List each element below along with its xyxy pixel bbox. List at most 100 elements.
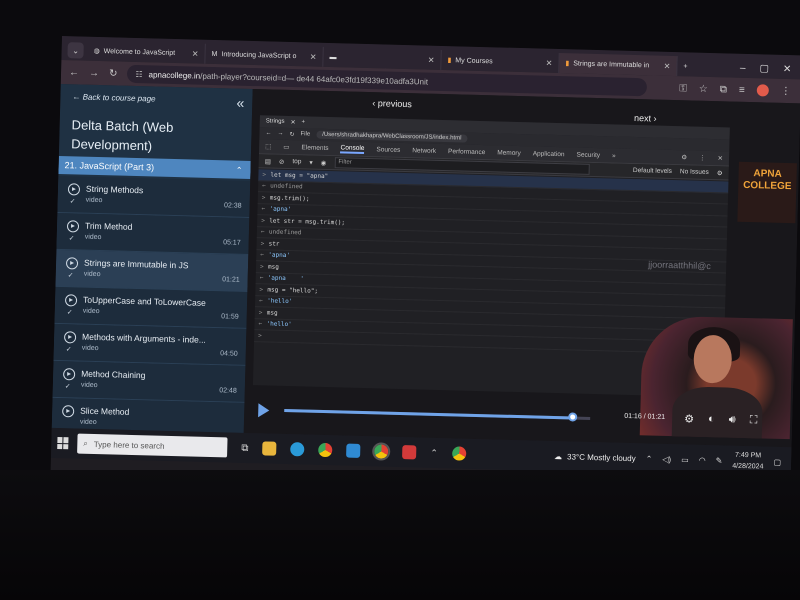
extensions-icon[interactable]: ⧉	[720, 84, 727, 95]
close-window-icon[interactable]: ✕	[783, 64, 792, 75]
close-icon[interactable]: ✕	[717, 154, 729, 162]
cloud-icon: ☁	[553, 451, 563, 461]
issues-badge[interactable]: No Issues	[680, 168, 709, 176]
tab-network[interactable]: Network	[412, 147, 436, 155]
clear-console-icon[interactable]: ⊘	[279, 157, 285, 165]
gear-icon[interactable]: ⚙	[717, 169, 729, 177]
forward-arrow-icon[interactable]: →	[277, 131, 283, 137]
star-icon[interactable]: ☆	[699, 83, 708, 94]
apna-college-logo: APNA COLLEGE	[737, 161, 797, 224]
play-circle-icon: ▶	[66, 220, 80, 233]
close-icon[interactable]: ✕	[546, 58, 553, 67]
pen-icon[interactable]: ✎	[716, 456, 723, 465]
collapse-sidebar-icon[interactable]: «	[236, 95, 244, 111]
seek-fill	[284, 408, 572, 420]
play-circle-icon: ▶	[62, 368, 76, 381]
context-select[interactable]: top	[292, 158, 301, 165]
inspect-icon[interactable]: ⬚	[265, 142, 271, 150]
file-label: File	[300, 131, 311, 138]
check-icon: ✓	[66, 309, 73, 317]
chrome-icon[interactable]	[318, 442, 333, 458]
close-icon[interactable]: ✕	[428, 55, 435, 64]
lesson-item[interactable]: ▶ ✓ Methods with Arguments - inde... vide…	[53, 323, 247, 366]
wifi-icon[interactable]: ◠	[699, 455, 706, 464]
chevron-up-icon[interactable]: ⌃	[430, 447, 438, 458]
watermark: jjoorraatthhil@c	[648, 259, 712, 272]
chevron-up-icon[interactable]: ⌃	[646, 454, 653, 463]
tab-application[interactable]: Application	[533, 150, 565, 158]
chrome-active-icon[interactable]	[372, 442, 391, 461]
more-tabs-icon[interactable]: »	[612, 152, 616, 159]
weather-widget[interactable]: ☁ 33°C Mostly cloudy	[554, 452, 636, 463]
devtools-tab-title[interactable]: Strings	[266, 118, 285, 124]
maximize-icon[interactable]: ▢	[759, 63, 769, 74]
new-tab-button[interactable]: +	[677, 56, 694, 76]
back-arrow-icon[interactable]: ←	[265, 130, 271, 136]
close-icon[interactable]: ✕	[192, 49, 199, 58]
laptop-bezel	[0, 470, 800, 600]
lesson-item[interactable]: ▶ ✓ ToUpperCase and ToLowerCase video 01:…	[54, 286, 248, 329]
key-icon[interactable]: ⚿	[679, 83, 687, 94]
back-arrow-icon[interactable]: ←	[69, 67, 79, 78]
device-icon[interactable]: ▭	[283, 143, 289, 151]
tab-performance[interactable]: Performance	[448, 148, 485, 156]
tab-sources[interactable]: Sources	[376, 146, 400, 154]
lesson-item[interactable]: ▶ ✓ String Methods video 02:38	[57, 175, 251, 218]
file-explorer-icon[interactable]	[262, 441, 277, 456]
notification-icon[interactable]: ▢	[773, 457, 781, 466]
site-info-icon[interactable]: ☷	[135, 69, 142, 78]
fullscreen-icon[interactable]: ⛶	[749, 414, 757, 427]
tab-memory[interactable]: Memory	[497, 149, 521, 157]
battery-icon[interactable]: ▭	[681, 455, 689, 464]
lesson-item-active[interactable]: ▶ ✓ Strings are Immutable in JS video 01:…	[55, 249, 249, 292]
windows-start-icon[interactable]	[57, 437, 69, 450]
tab-console[interactable]: Console	[340, 143, 365, 154]
taskbar-search[interactable]: ⌕ Type here to search	[77, 433, 228, 458]
check-icon: ✓	[67, 272, 74, 280]
vscode-icon[interactable]	[346, 443, 361, 458]
chevron-down-icon: ▾	[309, 159, 313, 167]
check-icon: ✓	[69, 198, 76, 206]
play-icon[interactable]	[258, 403, 270, 418]
chrome-icon[interactable]	[451, 446, 467, 461]
profile-avatar[interactable]	[756, 84, 769, 97]
lesson-item[interactable]: ▶ ✓ Trim Method video 05:17	[56, 212, 250, 255]
task-view-icon[interactable]: ⧉	[241, 442, 248, 453]
next-link[interactable]: next ›	[634, 113, 657, 124]
previous-link[interactable]: ‹ previous	[372, 98, 412, 109]
tab-security[interactable]: Security	[576, 151, 600, 159]
sidebar-toggle-icon[interactable]: ▤	[265, 157, 271, 165]
section-header[interactable]: 21. JavaScript (Part 3) ⌃	[58, 155, 251, 179]
eye-icon[interactable]: ◉	[321, 158, 327, 166]
volume-icon[interactable]: 🔊︎	[729, 414, 736, 427]
edge-icon[interactable]	[290, 442, 305, 457]
media-icon[interactable]: ≡	[739, 84, 745, 95]
minimize-icon[interactable]: –	[740, 63, 746, 74]
forward-arrow-icon[interactable]: →	[89, 67, 99, 78]
close-icon[interactable]: ✕	[310, 52, 317, 61]
app-icon[interactable]	[402, 445, 417, 460]
seek-bar[interactable]	[284, 408, 591, 422]
cast-icon[interactable]: ◐	[708, 413, 715, 426]
close-icon[interactable]: ✕	[290, 119, 295, 126]
gear-icon[interactable]: ⚙	[681, 153, 687, 161]
lesson-list: ▶ ✓ String Methods video 02:38 ▶ ✓ Trim Me…	[51, 175, 251, 433]
window-controls: – ▢ ✕	[740, 63, 800, 80]
levels-dropdown[interactable]: Default levels	[633, 167, 672, 175]
new-tab-icon[interactable]: +	[301, 119, 305, 125]
time-display: 01:16 / 01:21	[624, 412, 666, 421]
tab-search-icon[interactable]: ⌄	[67, 42, 84, 59]
globe-icon: ◍	[93, 47, 100, 55]
check-icon: ✓	[64, 383, 71, 391]
close-icon[interactable]: ✕	[664, 61, 671, 70]
gear-icon[interactable]: ⚙	[684, 412, 694, 425]
speaker-icon[interactable]: ◁)	[662, 454, 671, 463]
menu-icon[interactable]: ⋮	[699, 154, 706, 162]
seek-handle[interactable]	[567, 412, 577, 422]
tab-elements[interactable]: Elements	[301, 144, 328, 152]
menu-icon[interactable]: ⋮	[781, 85, 791, 96]
lesson-item[interactable]: ▶ ✓ Method Chaining video 02:48	[52, 360, 246, 403]
reload-icon[interactable]: ↻	[289, 130, 294, 137]
course-title: Delta Batch (Web Development)	[70, 117, 174, 154]
reload-icon[interactable]: ↻	[109, 68, 118, 79]
